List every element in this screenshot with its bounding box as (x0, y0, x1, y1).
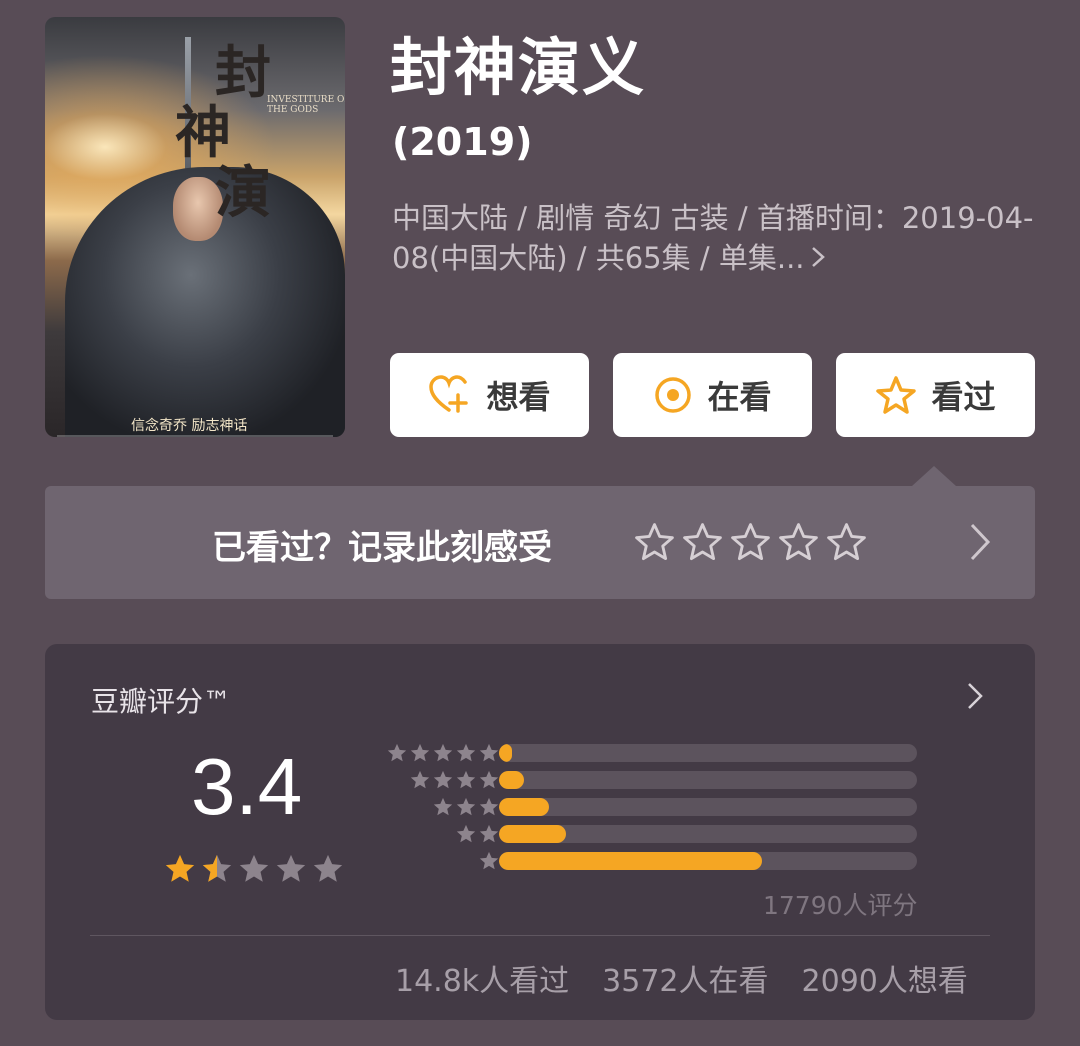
rating-bar-fill (499, 798, 550, 816)
star-icon (276, 854, 306, 882)
show-meta[interactable]: 中国大陆 / 剧情 奇幻 古装 / 首播时间：2019-04-08(中国大陆) … (392, 198, 1042, 278)
star-icon (433, 770, 453, 789)
rating-stars (163, 852, 345, 886)
rating-bar-track (499, 771, 917, 789)
rating-bar-stars (432, 796, 500, 818)
watching-button[interactable]: 在看 (613, 353, 812, 437)
poster-calligraphy-char: 封 (215, 40, 271, 106)
show-meta-text: 中国大陆 / 剧情 奇幻 古装 / 首播时间：2019-04-08(中国大陆) … (392, 201, 1034, 275)
target-circle-icon (655, 377, 692, 413)
poster-calligraphy: 封 神 演 (175, 40, 335, 223)
rate-star-2-icon[interactable] (681, 521, 724, 564)
star-icon (239, 854, 269, 882)
star-icon (456, 770, 476, 789)
rating-count: 17790人评分 (763, 891, 918, 920)
rating-bar-4-star (375, 769, 935, 791)
poster-english-title: INVESTITURE OF THE GODS (267, 95, 345, 115)
rate-prompt-card[interactable]: 已看过？记录此刻感受 (45, 486, 1035, 599)
rate-star-3-icon[interactable] (729, 521, 772, 564)
watched-label: 看过 (931, 378, 996, 416)
rate-prompt-text: 已看过？记录此刻感受 (212, 528, 552, 568)
rating-bar-fill (499, 771, 525, 789)
star-icon (410, 770, 430, 789)
rating-bar-fill (499, 825, 566, 843)
show-year: (2019) (392, 120, 533, 164)
rating-bar-track (499, 852, 917, 870)
rating-bar-track (499, 825, 917, 843)
rating-bar-2-star (375, 823, 935, 845)
douban-rating-card: 豆瓣评分™ 3.4 17790人评分 14.8k人看过 3572人在看 2090… (45, 644, 1035, 1020)
star-icon (313, 854, 343, 882)
poster-credits (57, 435, 333, 437)
watched-button[interactable]: 看过 (836, 353, 1035, 437)
rating-score: 3.4 (191, 742, 303, 831)
want-to-watch-label: 想看 (486, 378, 551, 416)
rating-bar-fill (499, 744, 512, 762)
poster-image[interactable]: 封 神 演 INVESTITURE OF THE GODS 信念奇乔 励志神话 (45, 17, 345, 437)
star-icon (479, 743, 499, 762)
rate-card-pointer (912, 466, 956, 486)
heart-plus-icon (429, 375, 469, 413)
star-icon (165, 854, 195, 882)
rate-star-4-icon[interactable] (777, 521, 820, 564)
show-title: 封神演义 (390, 31, 647, 104)
chevron-right-icon (811, 241, 825, 275)
rating-bar-fill (499, 852, 763, 870)
poster-slogan: 信念奇乔 励志神话 (131, 418, 248, 434)
star-icon (387, 743, 407, 762)
rating-bar-stars (409, 769, 500, 791)
chevron-right-icon[interactable] (969, 522, 991, 566)
rating-bar-stars (386, 742, 500, 764)
rating-bar-track (499, 744, 917, 762)
rating-bar-stars (455, 823, 500, 845)
want-to-watch-button[interactable]: 想看 (390, 353, 589, 437)
watched-count[interactable]: 14.8k人看过 (395, 956, 569, 1000)
watching-label: 在看 (707, 378, 772, 416)
want-count[interactable]: 2090人想看 (802, 956, 968, 1000)
star-icon (202, 854, 232, 882)
rating-bar-1-star (375, 850, 935, 872)
star-icon (479, 851, 499, 870)
rating-label: 豆瓣评分™ (91, 685, 232, 718)
rate-stars[interactable] (633, 521, 868, 564)
rate-star-5-icon[interactable] (825, 521, 868, 564)
chevron-right-icon[interactable] (967, 682, 983, 714)
star-icon (433, 743, 453, 762)
rate-star-1-icon[interactable] (633, 521, 676, 564)
star-icon (410, 743, 430, 762)
watching-count[interactable]: 3572人在看 (602, 956, 768, 1000)
star-icon (456, 797, 476, 816)
star-icon (433, 797, 453, 816)
star-icon (479, 824, 499, 843)
poster-calligraphy-char: 演 (215, 160, 271, 226)
rating-bar-track (499, 798, 917, 816)
star-icon (456, 743, 476, 762)
rating-bar-5-star (375, 742, 935, 764)
star-icon (479, 770, 499, 789)
watch-stats: 14.8k人看过 3572人在看 2090人想看 (395, 956, 968, 1000)
rating-bar-stars (478, 850, 500, 872)
star-outline-icon (876, 376, 917, 414)
star-icon (456, 824, 476, 843)
star-icon (479, 797, 499, 816)
rating-bar-3-star (375, 796, 935, 818)
divider (90, 935, 990, 936)
